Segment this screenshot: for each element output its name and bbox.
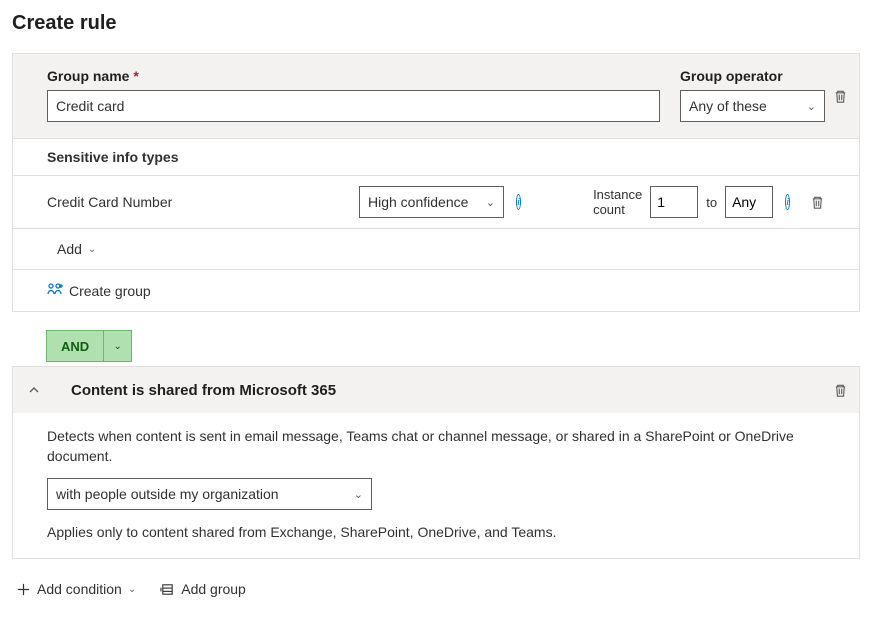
content-shared-panel: Content is shared from Microsoft 365 Det… (12, 366, 860, 559)
group-operator-value: Any of these (689, 98, 767, 114)
content-shared-description: Detects when content is sent in email me… (47, 427, 825, 466)
content-shared-title: Content is shared from Microsoft 365 (71, 382, 336, 399)
instance-count-label: Instance count (593, 187, 642, 217)
group-operator-label: Group operator (680, 68, 825, 84)
group-panel: Group name * Group operator Any of these… (12, 53, 860, 312)
logic-operator-value: AND (47, 339, 103, 354)
instance-count-block: Instance count to (593, 186, 773, 218)
confidence-value: High confidence (368, 194, 468, 210)
instance-to-label: to (706, 195, 717, 210)
sit-name: Credit Card Number (47, 194, 347, 210)
delete-condition-button[interactable] (829, 379, 851, 401)
group-icon (47, 282, 63, 299)
group-name-field: Group name * (47, 68, 660, 122)
delete-group-button[interactable] (829, 85, 851, 107)
sit-header: Sensitive info types (13, 138, 859, 176)
content-shared-body: Detects when content is sent in email me… (13, 413, 859, 558)
trash-icon (833, 383, 848, 398)
chevron-down-icon: ⌄ (354, 488, 363, 501)
add-condition-button[interactable]: Add condition ⌄ (16, 581, 136, 597)
content-shared-note: Applies only to content shared from Exch… (47, 524, 825, 540)
footer-actions: Add condition ⌄ Add group (12, 573, 860, 605)
chevron-down-icon: ⌄ (88, 244, 96, 255)
info-icon[interactable]: i (785, 194, 790, 210)
add-group-label: Add group (181, 581, 246, 597)
create-group-button[interactable]: Create group (47, 282, 151, 299)
group-name-label: Group name * (47, 68, 660, 84)
confidence-select[interactable]: High confidence ⌄ (359, 186, 504, 218)
logic-operator-select[interactable]: AND ⌄ (46, 330, 132, 362)
info-icon[interactable]: i (516, 194, 521, 210)
add-group-button[interactable]: Add group (160, 581, 246, 597)
create-group-label: Create group (69, 283, 151, 299)
share-scope-value: with people outside my organization (56, 486, 279, 502)
create-group-row: Create group (13, 270, 859, 311)
group-header: Group name * Group operator Any of these… (13, 54, 859, 138)
chevron-down-icon: ⌄ (486, 196, 495, 209)
delete-sit-button[interactable] (810, 191, 825, 213)
logic-operator-row: AND ⌄ (12, 326, 860, 366)
group-operator-field: Group operator Any of these ⌄ (680, 68, 825, 122)
sit-row: Credit Card Number High confidence ⌄ i I… (13, 176, 859, 229)
chevron-down-icon: ⌄ (807, 100, 816, 113)
add-sit-label: Add (57, 241, 82, 257)
add-sit-row: Add ⌄ (13, 229, 859, 270)
required-marker: * (133, 68, 138, 84)
collapse-button[interactable] (25, 381, 43, 399)
group-operator-select[interactable]: Any of these ⌄ (680, 90, 825, 122)
group-name-input[interactable] (47, 90, 660, 122)
chevron-down-icon: ⌄ (103, 331, 131, 361)
content-shared-header: Content is shared from Microsoft 365 (13, 367, 859, 413)
chevron-up-icon (28, 384, 40, 396)
plus-icon (16, 582, 31, 597)
add-sit-button[interactable]: Add ⌄ (57, 241, 96, 257)
instance-to-input[interactable] (725, 186, 773, 218)
add-group-icon (160, 582, 175, 597)
chevron-down-icon: ⌄ (128, 584, 136, 595)
instance-from-input[interactable] (650, 186, 698, 218)
share-scope-select[interactable]: with people outside my organization ⌄ (47, 478, 372, 510)
page-title: Create rule (12, 12, 860, 35)
add-condition-label: Add condition (37, 581, 122, 597)
trash-icon (810, 195, 825, 210)
trash-icon (833, 89, 848, 104)
